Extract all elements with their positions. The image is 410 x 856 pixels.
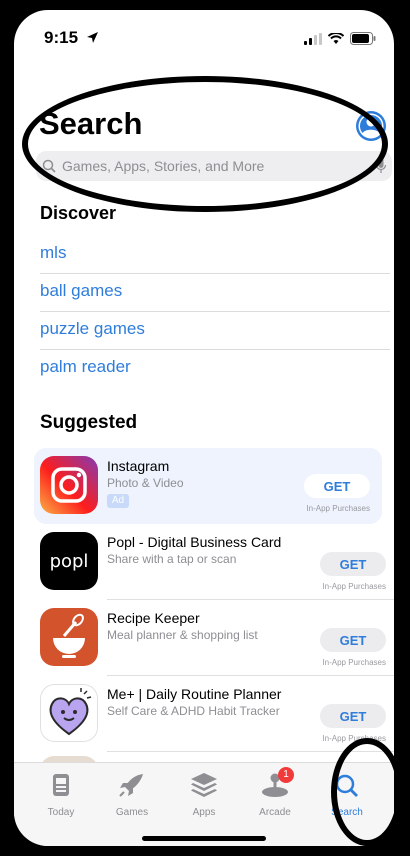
in-app-purchases-note: In-App Purchases bbox=[322, 734, 386, 743]
tab-bar: Today Games Apps 1 Arcade Search bbox=[14, 762, 394, 846]
instagram-icon bbox=[40, 456, 98, 514]
today-icon bbox=[53, 774, 69, 796]
rocket-icon bbox=[119, 774, 143, 797]
joystick-icon bbox=[262, 773, 288, 797]
account-icon[interactable] bbox=[355, 110, 387, 142]
list-item[interactable]: palm reader bbox=[40, 348, 390, 388]
app-row-me-plus[interactable]: Me+ | Daily Routine Planner Self Care & … bbox=[14, 676, 394, 752]
ad-badge: Ad bbox=[107, 494, 129, 508]
wifi-icon bbox=[328, 32, 344, 44]
tab-label: Search bbox=[331, 807, 363, 818]
tab-label: Today bbox=[47, 807, 75, 818]
tab-games[interactable]: Games bbox=[99, 771, 165, 818]
signal-icon bbox=[304, 32, 322, 45]
list-item[interactable]: ball games bbox=[40, 272, 390, 312]
get-button[interactable]: GET bbox=[320, 628, 386, 652]
app-name: Me+ | Daily Routine Planner bbox=[107, 686, 282, 702]
home-indicator bbox=[142, 836, 266, 841]
search-glass-icon bbox=[42, 159, 56, 173]
tab-apps[interactable]: Apps bbox=[171, 771, 237, 818]
status-time: 9:15 bbox=[44, 28, 79, 47]
battery-icon bbox=[350, 32, 376, 45]
location-arrow-icon bbox=[87, 32, 98, 43]
in-app-purchases-note: In-App Purchases bbox=[322, 582, 386, 591]
app-row-popl[interactable]: popl Popl - Digital Business Card Share … bbox=[14, 524, 394, 600]
tab-label: Arcade bbox=[259, 807, 291, 818]
status-icons bbox=[304, 32, 376, 45]
app-row-instagram[interactable]: Instagram Photo & Video Ad GET In-App Pu… bbox=[34, 448, 382, 524]
status-bar: 9:15 bbox=[14, 28, 394, 52]
search-input[interactable] bbox=[60, 157, 364, 175]
app-subtitle: Self Care & ADHD Habit Tracker bbox=[107, 704, 280, 718]
discover-link[interactable]: puzzle games bbox=[40, 310, 390, 348]
microphone-icon[interactable] bbox=[376, 158, 386, 174]
search-field[interactable] bbox=[36, 151, 392, 181]
discover-link[interactable]: mls bbox=[40, 234, 390, 272]
tab-today[interactable]: Today bbox=[28, 771, 94, 818]
list-item[interactable]: puzzle games bbox=[40, 310, 390, 350]
discover-list: mls ball games puzzle games palm reader bbox=[40, 236, 390, 388]
suggested-heading: Suggested bbox=[40, 412, 138, 433]
get-button[interactable]: GET bbox=[304, 474, 370, 498]
discover-link[interactable]: ball games bbox=[40, 272, 390, 310]
tab-search[interactable]: Search bbox=[314, 771, 380, 818]
discover-link[interactable]: palm reader bbox=[40, 348, 390, 386]
popl-icon-label: popl bbox=[49, 550, 89, 572]
arcade-badge: 1 bbox=[278, 767, 294, 783]
get-button[interactable]: GET bbox=[320, 552, 386, 576]
discover-heading: Discover bbox=[40, 203, 117, 223]
tab-label: Apps bbox=[192, 807, 216, 818]
in-app-purchases-note: In-App Purchases bbox=[322, 658, 386, 667]
list-item[interactable]: mls bbox=[40, 234, 390, 274]
phone-screen: 9:15 Search Games, Apps, Stories, and Mo… bbox=[14, 10, 394, 846]
page-title: Search bbox=[39, 106, 143, 141]
tab-arcade[interactable]: 1 Arcade bbox=[242, 767, 308, 818]
app-subtitle: Share with a tap or scan bbox=[107, 552, 237, 566]
row-divider bbox=[107, 751, 394, 752]
app-subtitle: Photo & Video bbox=[107, 476, 184, 490]
suggested-app-list: Instagram Photo & Video Ad GET In-App Pu… bbox=[14, 448, 394, 752]
tab-label: Games bbox=[115, 807, 149, 818]
apps-stack-icon bbox=[191, 773, 217, 797]
in-app-purchases-note: In-App Purchases bbox=[306, 504, 370, 513]
app-name: Instagram bbox=[107, 458, 170, 474]
recipe-bowl-icon bbox=[40, 608, 98, 666]
app-name: Recipe Keeper bbox=[107, 610, 200, 626]
app-row-recipe-keeper[interactable]: Recipe Keeper Meal planner & shopping li… bbox=[14, 600, 394, 676]
app-subtitle: Meal planner & shopping list bbox=[107, 628, 258, 642]
search-icon bbox=[335, 774, 358, 797]
app-name: Popl - Digital Business Card bbox=[107, 534, 282, 550]
popl-icon: popl bbox=[40, 532, 98, 590]
heart-face-icon bbox=[40, 684, 98, 742]
get-button[interactable]: GET bbox=[320, 704, 386, 728]
